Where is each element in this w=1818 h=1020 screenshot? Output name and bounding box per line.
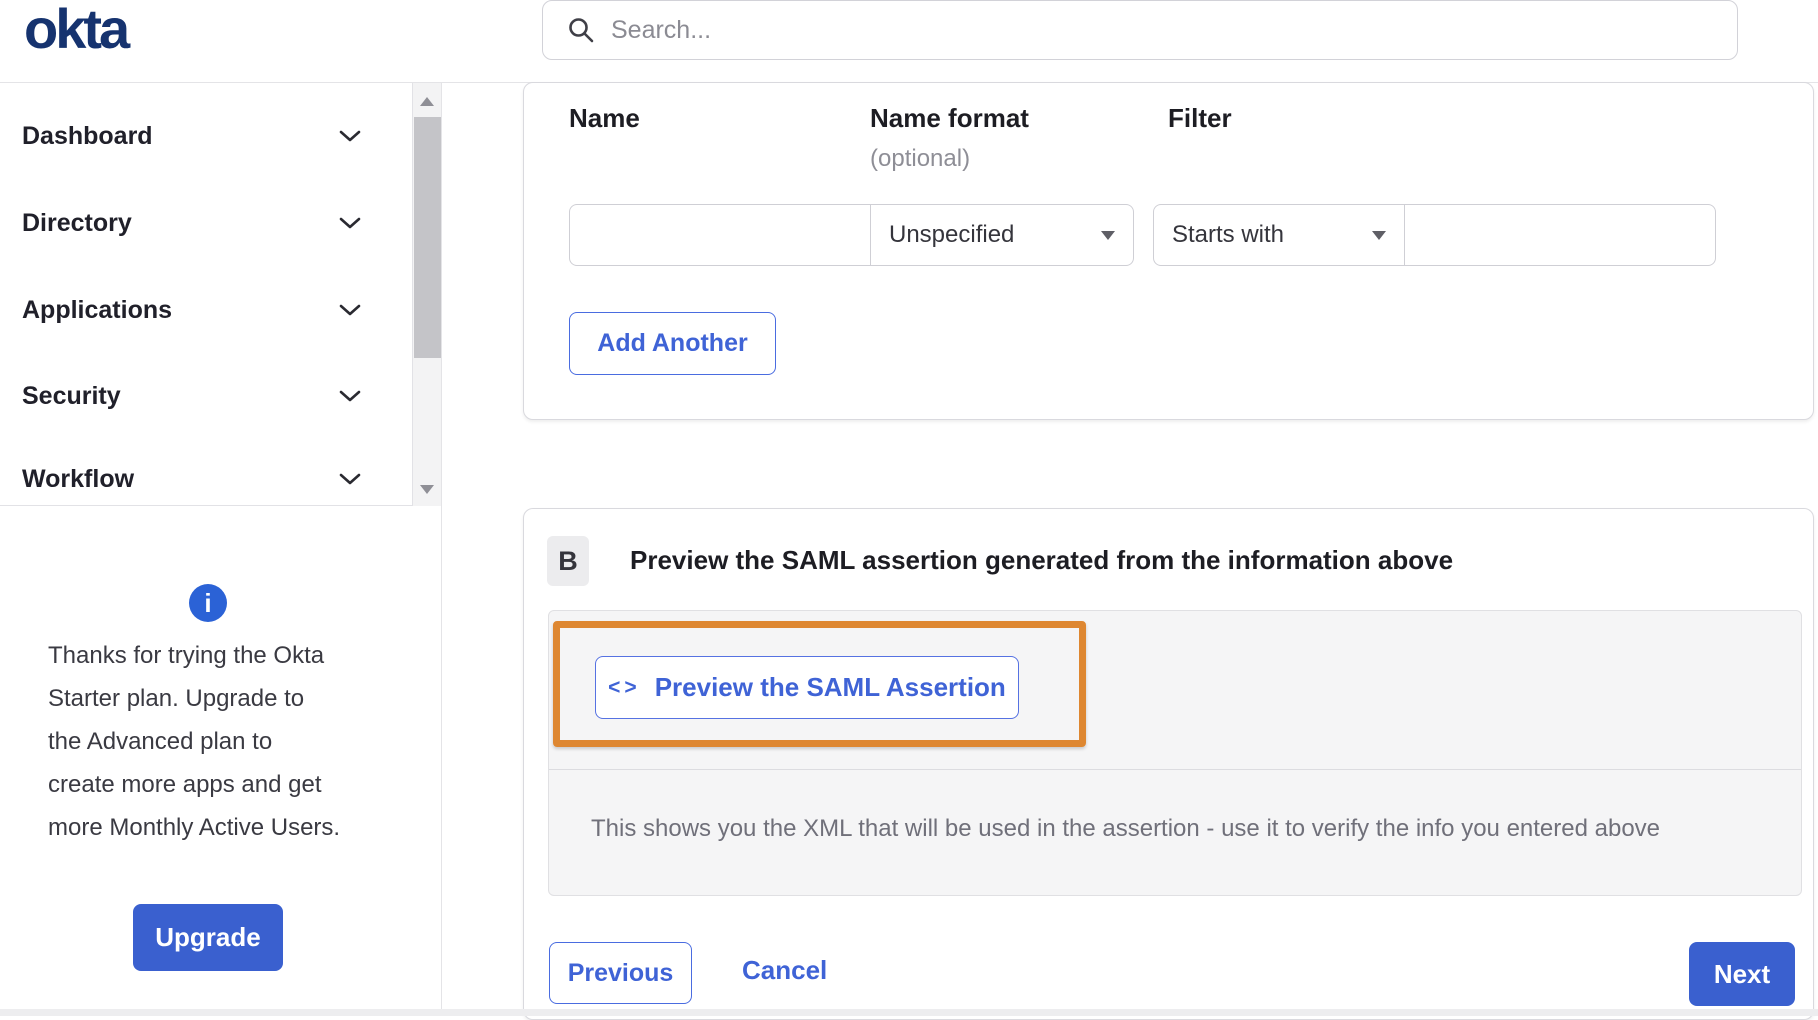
scrollbar-down-icon[interactable] bbox=[420, 485, 434, 494]
sidebar-nav: Dashboard Directory Applications Securit… bbox=[0, 83, 441, 506]
preview-help-text: This shows you the XML that will be used… bbox=[591, 815, 1660, 843]
chevron-down-icon bbox=[338, 129, 362, 143]
format-column-label: Name format bbox=[870, 103, 1029, 134]
preview-panel-top: <> Preview the SAML Assertion bbox=[549, 611, 1801, 770]
chevron-down-icon bbox=[338, 303, 362, 317]
teaser-line: create more apps and get bbox=[48, 763, 340, 806]
name-input[interactable] bbox=[588, 205, 852, 265]
teaser-line: Thanks for trying the Okta bbox=[48, 634, 340, 677]
sidebar-item-applications[interactable]: Applications bbox=[0, 287, 412, 333]
filter-field-wrap bbox=[1404, 204, 1716, 266]
teaser-line: more Monthly Active Users. bbox=[48, 806, 340, 849]
filter-value-input[interactable] bbox=[1423, 205, 1697, 265]
scrollbar-thumb[interactable] bbox=[414, 117, 442, 358]
scrollbar-up-icon[interactable] bbox=[420, 97, 434, 106]
caret-down-icon bbox=[1101, 231, 1115, 240]
info-icon: i bbox=[189, 584, 227, 622]
code-icon: <> bbox=[608, 676, 641, 700]
plan-teaser-text: Thanks for trying the Okta Starter plan.… bbox=[48, 634, 340, 849]
attribute-statements-card: Name Name format (optional) Filter Unspe… bbox=[523, 82, 1814, 420]
sidebar-item-dashboard[interactable]: Dashboard bbox=[0, 113, 412, 159]
add-another-button[interactable]: Add Another bbox=[569, 312, 776, 375]
bottom-strip bbox=[0, 1009, 1818, 1016]
upgrade-button[interactable]: Upgrade bbox=[133, 904, 283, 971]
sidebar-item-label: Directory bbox=[22, 209, 132, 238]
preview-button-label: Preview the SAML Assertion bbox=[655, 672, 1006, 703]
preview-section-title: Preview the SAML assertion generated fro… bbox=[630, 545, 1453, 576]
next-button[interactable]: Next bbox=[1689, 942, 1795, 1006]
preview-panel: <> Preview the SAML Assertion This shows… bbox=[548, 610, 1802, 896]
sidebar-item-directory[interactable]: Directory bbox=[0, 200, 412, 246]
step-b-badge: B bbox=[547, 536, 589, 586]
cancel-link[interactable]: Cancel bbox=[742, 955, 827, 986]
filter-column-label: Filter bbox=[1168, 103, 1232, 134]
teaser-line: the Advanced plan to bbox=[48, 720, 340, 763]
search-icon bbox=[567, 16, 595, 44]
filter-operator-value: Starts with bbox=[1172, 221, 1284, 249]
sidebar-divider bbox=[441, 83, 442, 1016]
preview-saml-assertion-button[interactable]: <> Preview the SAML Assertion bbox=[595, 656, 1019, 719]
global-search[interactable]: Search... bbox=[542, 0, 1738, 60]
chevron-down-icon bbox=[338, 389, 362, 403]
sidebar-item-security[interactable]: Security bbox=[0, 373, 412, 419]
sidebar-item-label: Workflow bbox=[22, 465, 134, 494]
sidebar-item-label: Applications bbox=[22, 296, 172, 325]
sidebar-scrollbar[interactable] bbox=[412, 83, 441, 506]
name-format-value: Unspecified bbox=[889, 221, 1014, 249]
search-input[interactable]: Search... bbox=[611, 16, 711, 45]
chevron-down-icon bbox=[338, 472, 362, 486]
sidebar-item-label: Security bbox=[22, 382, 121, 411]
chevron-down-icon bbox=[338, 216, 362, 230]
sidebar-item-label: Dashboard bbox=[22, 122, 153, 151]
sidebar-item-workflow[interactable]: Workflow bbox=[0, 456, 412, 502]
caret-down-icon bbox=[1372, 231, 1386, 240]
saml-preview-card: B Preview the SAML assertion generated f… bbox=[523, 508, 1814, 1020]
name-field-wrap bbox=[569, 204, 871, 266]
filter-operator-select[interactable]: Starts with bbox=[1153, 204, 1405, 266]
name-format-select[interactable]: Unspecified bbox=[870, 204, 1134, 266]
teaser-line: Starter plan. Upgrade to bbox=[48, 677, 340, 720]
okta-logo[interactable]: okta bbox=[24, 0, 127, 61]
previous-button[interactable]: Previous bbox=[549, 942, 692, 1004]
optional-label: (optional) bbox=[870, 145, 970, 173]
name-column-label: Name bbox=[569, 103, 640, 134]
